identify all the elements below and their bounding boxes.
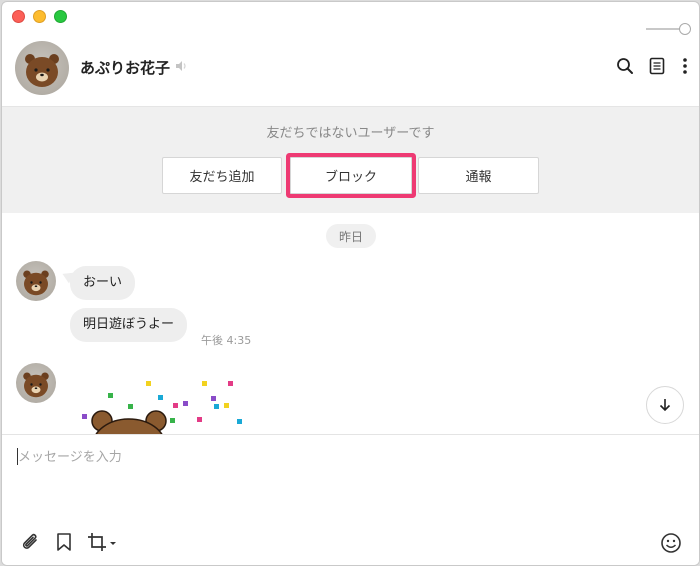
bear-sticker-icon	[91, 410, 167, 434]
contact-avatar[interactable]	[15, 41, 69, 95]
brown-bear-icon	[23, 270, 49, 296]
minimize-window-button[interactable]	[33, 10, 46, 23]
arrow-down-icon	[659, 399, 671, 412]
confetti-piece	[211, 396, 216, 401]
block-button[interactable]: ブロック	[290, 157, 412, 194]
message-bubble[interactable]: おーい	[70, 266, 136, 300]
add-friend-button[interactable]: 友だち追加	[162, 157, 282, 194]
message-input[interactable]	[16, 445, 678, 469]
chat-header: あぷりお花子	[2, 40, 699, 104]
zoom-window-button[interactable]	[54, 10, 67, 23]
close-window-button[interactable]	[12, 10, 25, 23]
message-timestamp: 午後 4:35	[201, 334, 252, 347]
confetti-piece	[183, 401, 188, 406]
brown-bear-icon	[23, 372, 49, 398]
emoji-icon[interactable]	[660, 532, 682, 554]
chat-window: あぷりお花子 友だちではないユーザーです 友だち追加 ブロック 通報 昨日 おー…	[1, 1, 700, 566]
opacity-slider-handle[interactable]	[679, 23, 691, 35]
sender-avatar[interactable]	[16, 363, 56, 403]
confetti-piece	[108, 393, 113, 398]
speaker-icon[interactable]	[174, 59, 188, 73]
confetti-piece	[146, 381, 151, 386]
confetti-piece	[173, 403, 178, 408]
more-icon[interactable]	[682, 57, 688, 75]
text-caret	[17, 448, 18, 465]
confetti-piece	[224, 403, 229, 408]
bookmark-icon[interactable]	[55, 532, 73, 552]
notes-icon[interactable]	[649, 57, 665, 75]
message-bubble[interactable]: 明日遊ぼうよー	[70, 308, 188, 342]
search-icon[interactable]	[616, 57, 634, 75]
sender-avatar[interactable]	[16, 261, 56, 301]
confetti-piece	[202, 381, 207, 386]
report-button[interactable]: 通報	[418, 157, 539, 194]
date-separator: 昨日	[326, 224, 376, 248]
message-list[interactable]: 昨日 おーい 明日遊ぼうよー 午後 4:35	[2, 213, 699, 434]
scroll-to-bottom-button[interactable]	[646, 386, 684, 424]
confetti-piece	[214, 404, 219, 409]
window-controls	[12, 10, 67, 23]
message-composer	[2, 434, 699, 565]
contact-name: あぷりお花子	[80, 59, 171, 77]
non-friend-banner: 友だちではないユーザーです 友だち追加 ブロック 通報	[2, 106, 699, 214]
confetti-piece	[158, 395, 163, 400]
attach-icon[interactable]	[20, 532, 42, 554]
confetti-piece	[237, 419, 242, 424]
non-friend-message: 友だちではないユーザーです	[266, 126, 435, 141]
confetti-piece	[82, 414, 87, 419]
confetti-piece	[228, 381, 233, 386]
brown-bear-icon	[25, 54, 59, 87]
confetti-piece	[197, 417, 202, 422]
crop-icon[interactable]	[87, 532, 119, 552]
